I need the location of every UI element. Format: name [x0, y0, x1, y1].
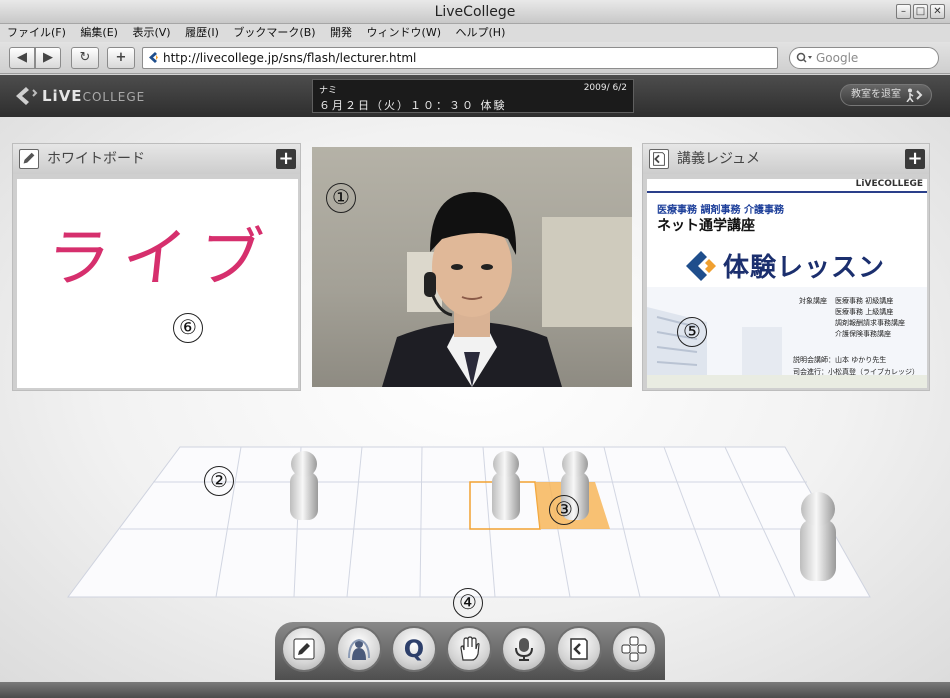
slide-target-item: 調剤報酬請求事務講座 — [835, 319, 905, 327]
menu-file[interactable]: ファイル(F) — [7, 24, 66, 42]
marker-3: ③ — [549, 495, 579, 525]
window-title: LiveCollege — [434, 4, 516, 20]
classroom-area: ホワイトボード + ライブ ⑥ ① 講義レジュメ + LiVECOLLEGE 医… — [0, 117, 950, 682]
marker-4: ④ — [453, 588, 483, 618]
url-text: http://livecollege.jp/sns/flash/lecturer… — [163, 51, 417, 65]
minimize-icon[interactable]: – — [896, 4, 911, 19]
slide-targets: 医療事務 初級講座 医療事務 上級講座 調剤報酬請求事務講座 介護保険事務講座 — [835, 296, 905, 340]
slide-lecturer: 説明会講師：山本 ゆかり先生 — [793, 356, 887, 364]
slide-target-item: 医療事務 上級講座 — [835, 308, 894, 316]
slide-brand: LiVECOLLEGE — [647, 179, 927, 193]
book-icon — [649, 149, 669, 169]
menu-edit[interactable]: 編集(E) — [80, 24, 118, 42]
hand-icon — [460, 636, 480, 661]
menu-window[interactable]: ウィンドウ(W) — [367, 24, 441, 42]
marker-2: ② — [204, 466, 234, 496]
menu-history[interactable]: 履歴(I) — [185, 24, 219, 42]
search-field[interactable]: Google — [789, 47, 939, 69]
resume-slide: LiVECOLLEGE 医療事務 調剤事務 介護事務 ネット通学講座 体験レッス… — [647, 179, 927, 388]
lecture-date: 2009/ 6/2 — [583, 83, 627, 93]
whiteboard-panel: ホワイトボード + ライブ ⑥ — [12, 143, 301, 391]
speaker-icon — [348, 638, 370, 660]
exit-arrow-icon — [906, 88, 923, 102]
lecturer-video: ① — [312, 147, 632, 387]
site-favicon-icon — [149, 52, 158, 63]
menu-bar: ファイル(F) 編集(E) 表示(V) 履歴(I) ブックマーク(B) 開発 ウ… — [0, 24, 950, 42]
resume-header: 講義レジュメ + — [643, 144, 929, 174]
reload-button[interactable]: ↻ — [71, 47, 99, 69]
student-avatar-1 — [290, 451, 318, 520]
lecturer-video-frame — [382, 192, 632, 387]
resume-tool-button[interactable] — [556, 626, 602, 672]
lecture-info-box: ナミ 2009/ 6/2 ６月２日（火）１０：３０ 体験 — [312, 79, 634, 113]
whiteboard-canvas[interactable]: ライブ ⑥ — [17, 179, 298, 388]
leave-classroom-button[interactable]: 教室を退室 — [840, 84, 932, 106]
raise-hand-tool-button[interactable] — [446, 626, 492, 672]
tool-dock: Q — [275, 622, 665, 680]
whiteboard-header: ホワイトボード + — [13, 144, 300, 174]
logo-sub-text: COLLEGE — [82, 90, 146, 104]
navigation-bar: ◀ ▶ ↻ + http://livecollege.jp/sns/flash/… — [0, 42, 950, 74]
address-bar[interactable]: http://livecollege.jp/sns/flash/lecturer… — [142, 47, 778, 69]
marker-1: ① — [326, 183, 356, 213]
resume-add-button[interactable]: + — [905, 149, 925, 169]
user-name: ナミ — [319, 86, 338, 96]
search-placeholder: Google — [816, 51, 859, 65]
whiteboard-drawing: ライブ — [42, 222, 279, 296]
leave-label: 教室を退室 — [851, 89, 901, 100]
marker-5: ⑤ — [677, 317, 707, 347]
maximize-icon[interactable]: □ — [913, 4, 928, 19]
app-header: LiVECOLLEGE ナミ 2009/ 6/2 ６月２日（火）１０：３０ 体験… — [0, 75, 950, 117]
microphone-tool-button[interactable] — [501, 626, 547, 672]
speaker-tool-button[interactable] — [336, 626, 382, 672]
logo-main-text: LiVE — [42, 87, 83, 105]
slide-headline: 体験レッスン — [723, 253, 886, 283]
classroom-seat-grid[interactable] — [0, 437, 950, 607]
book-icon — [570, 638, 588, 660]
student-avatar-4 — [800, 492, 836, 581]
move-icon — [621, 636, 647, 662]
search-icon — [796, 52, 812, 63]
menu-view[interactable]: 表示(V) — [132, 24, 170, 42]
slide-host: 司会進行：小松真登（ライブカレッジ） — [793, 368, 919, 376]
pencil-icon — [19, 149, 39, 169]
slide-logo-icon — [686, 251, 716, 281]
slide-target-label: 対象講座 — [799, 297, 827, 305]
livecollege-logo: LiVECOLLEGE — [14, 85, 145, 107]
status-bar — [0, 682, 950, 698]
lecture-title: ６月２日（火）１０：３０ 体験 — [319, 99, 507, 112]
forward-button[interactable]: ▶ — [35, 47, 61, 69]
menu-bookmarks[interactable]: ブックマーク(B) — [233, 24, 315, 42]
slide-course: ネット通学講座 — [657, 218, 755, 234]
whiteboard-tool-button[interactable] — [281, 626, 327, 672]
logo-chevron-icon — [16, 87, 38, 105]
slide-target-item: 介護保険事務講座 — [835, 330, 891, 338]
resume-panel: 講義レジュメ + LiVECOLLEGE 医療事務 調剤事務 介護事務 ネット通… — [642, 143, 930, 391]
browser-window: LiveCollege – □ ✕ ファイル(F) 編集(E) 表示(V) 履歴… — [0, 0, 950, 698]
question-icon: Q — [403, 635, 425, 663]
microphone-icon — [515, 638, 533, 661]
menu-develop[interactable]: 開発 — [330, 24, 352, 42]
student-avatar-2 — [492, 451, 520, 520]
slide-subjects: 医療事務 調剤事務 介護事務 — [657, 205, 784, 216]
marker-6: ⑥ — [173, 313, 203, 343]
whiteboard-add-button[interactable]: + — [276, 149, 296, 169]
back-button[interactable]: ◀ — [9, 47, 35, 69]
pencil-icon — [293, 638, 315, 660]
slide-target-item: 医療事務 初級講座 — [835, 297, 894, 305]
move-tool-button[interactable] — [611, 626, 657, 672]
whiteboard-title: ホワイトボード — [47, 151, 145, 167]
title-bar: LiveCollege – □ ✕ — [0, 0, 950, 24]
resume-title: 講義レジュメ — [677, 151, 761, 167]
close-icon[interactable]: ✕ — [930, 4, 945, 19]
new-tab-button[interactable]: + — [107, 47, 135, 69]
menu-help[interactable]: ヘルプ(H) — [456, 24, 506, 42]
question-tool-button[interactable]: Q — [391, 626, 437, 672]
